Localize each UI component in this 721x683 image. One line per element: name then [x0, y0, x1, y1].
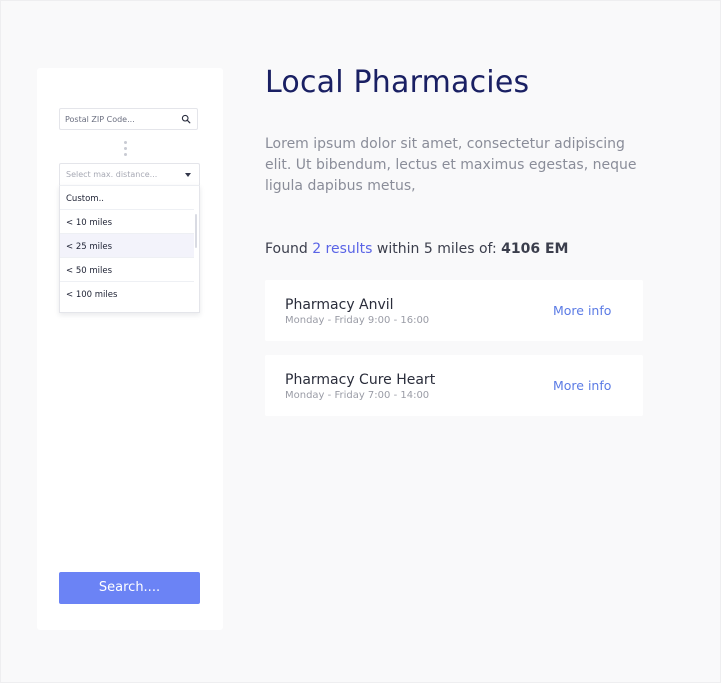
distance-option-custom[interactable]: Custom..	[60, 186, 194, 210]
more-info-link[interactable]: More info	[553, 378, 611, 393]
result-card: Pharmacy Anvil Monday - Friday 9:00 - 16…	[265, 280, 643, 341]
page-description: Lorem ipsum dolor sit amet, consectetur …	[265, 136, 637, 194]
dropdown-scrollbar[interactable]	[195, 214, 197, 248]
more-vertical-icon	[123, 141, 127, 157]
distance-option-25[interactable]: < 25 miles	[60, 234, 194, 258]
distance-select-placeholder: Select max. distance...	[66, 170, 158, 179]
result-card: Pharmacy Cure Heart Monday - Friday 7:00…	[265, 355, 643, 416]
distance-option-50[interactable]: < 50 miles	[60, 258, 194, 282]
caret-down-icon[interactable]	[185, 173, 191, 177]
search-icon[interactable]	[181, 114, 191, 124]
pharmacy-hours: Monday - Friday 9:00 - 16:00	[285, 315, 430, 326]
zip-input[interactable]	[60, 109, 178, 129]
more-info-link[interactable]: More info	[553, 303, 611, 318]
search-sidebar: Select max. distance... Custom.. < 10 mi…	[37, 68, 223, 630]
results-count: 2 results	[312, 241, 373, 257]
distance-option-100[interactable]: < 100 miles	[60, 282, 194, 306]
zip-field[interactable]	[59, 108, 198, 130]
pharmacy-name: Pharmacy Anvil	[285, 297, 394, 313]
page-title: Local Pharmacies	[265, 65, 530, 100]
search-button[interactable]: Search....	[59, 572, 200, 604]
results-summary-prefix: Found	[265, 241, 313, 257]
distance-dropdown: Custom.. < 10 miles < 25 miles < 50 mile…	[59, 185, 200, 313]
pharmacy-name: Pharmacy Cure Heart	[285, 372, 436, 388]
distance-option-10[interactable]: < 10 miles	[60, 210, 194, 234]
distance-select[interactable]: Select max. distance...	[59, 163, 200, 185]
results-zip: 4106 EM	[501, 241, 569, 257]
pharmacy-hours: Monday - Friday 7:00 - 14:00	[285, 390, 430, 401]
results-summary: Found 2 results within 5 miles of: 4106 …	[265, 241, 568, 257]
results-summary-middle: within 5 miles of:	[372, 241, 502, 257]
page-frame: Select max. distance... Custom.. < 10 mi…	[0, 0, 721, 683]
